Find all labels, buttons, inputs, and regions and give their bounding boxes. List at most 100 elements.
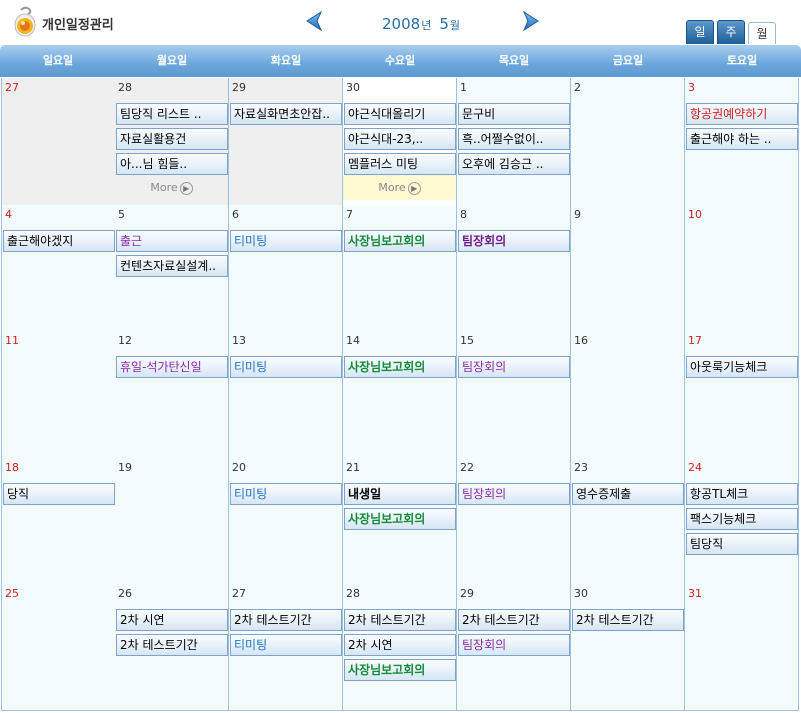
event-item[interactable]: 야근식대-23,.. [344,128,456,150]
event-item[interactable]: 2차 시연 [344,634,456,656]
day-number[interactable]: 22 [460,461,474,474]
tab-month-view[interactable]: 월 [748,22,776,44]
event-item[interactable]: 흑..어쩔수없이.. [458,128,570,150]
day-cell[interactable]: 16 [571,331,685,459]
more-link[interactable]: More ▶ [115,175,228,200]
event-item[interactable]: 팀당직 리스트 .. [116,103,228,125]
event-item[interactable]: 내생일 [344,483,456,505]
day-cell[interactable]: 14 사장님보고회의 [343,331,457,459]
event-item[interactable]: 티미팅 [230,634,342,656]
day-number[interactable]: 27 [232,587,246,600]
day-cell[interactable]: 20 티미팅 [229,458,343,585]
day-number[interactable]: 9 [574,208,581,221]
day-cell[interactable]: 28 2차 테스트기간 2차 시연사장님보고회의 [343,584,457,711]
day-cell[interactable]: 30 2차 테스트기간 [571,584,685,711]
event-item[interactable]: 컨텐츠자료실설계.. [116,255,228,277]
day-cell[interactable]: 13 티미팅 [229,331,343,459]
day-cell[interactable]: 10 [685,205,799,332]
tab-day-view[interactable]: 일 [686,20,714,44]
day-cell[interactable]: 27 [1,78,116,206]
day-number[interactable]: 16 [574,334,588,347]
more-link[interactable]: More ▶ [343,175,456,200]
day-number[interactable]: 29 [232,81,246,94]
event-item[interactable]: 사장님보고회의 [344,356,456,378]
day-number[interactable]: 14 [346,334,360,347]
event-item[interactable]: 출근 [116,230,228,252]
event-item[interactable]: 휴일-석가탄신일 [116,356,228,378]
event-item[interactable]: 팩스기능체크 [686,508,798,530]
day-cell[interactable]: 25 [1,584,116,711]
event-item[interactable]: 항공권예약하기 [686,103,798,125]
day-number[interactable]: 8 [460,208,467,221]
day-number[interactable]: 26 [118,587,132,600]
day-number[interactable]: 3 [688,81,695,94]
day-cell[interactable]: 19 [115,458,229,585]
day-number[interactable]: 2 [574,81,581,94]
event-item[interactable]: 2차 테스트기간 [230,609,342,631]
day-number[interactable]: 11 [5,334,19,347]
day-number[interactable]: 18 [5,461,19,474]
event-item[interactable]: 야근식대올리기 [344,103,456,125]
day-number[interactable]: 29 [460,587,474,600]
event-item[interactable]: 아...님 힘들.. [116,153,228,175]
day-number[interactable]: 20 [232,461,246,474]
day-cell[interactable]: 3 항공권예약하기출근해야 하는 .. [685,78,799,206]
event-item[interactable]: 티미팅 [230,230,342,252]
day-cell[interactable]: 27 2차 테스트기간티미팅 [229,584,343,711]
event-item[interactable]: 팀장회의 [458,230,570,252]
day-cell[interactable]: 21 내생일사장님보고회의 [343,458,457,585]
day-cell[interactable]: 4 출근해야겠지 [1,205,116,332]
day-cell[interactable]: 26 2차 시연 2차 테스트기간 [115,584,229,711]
day-number[interactable]: 6 [232,208,239,221]
event-item[interactable]: 사장님보고회의 [344,508,456,530]
event-item[interactable]: 티미팅 [230,356,342,378]
day-number[interactable]: 5 [118,208,125,221]
day-number[interactable]: 19 [118,461,132,474]
day-cell[interactable]: 11 [1,331,116,459]
day-number[interactable]: 10 [688,208,702,221]
day-cell[interactable]: 1 문구비 흑..어쩔수없이.. 오후에 김승근 .. [457,78,571,206]
day-cell[interactable]: 2 [571,78,685,206]
day-number[interactable]: 28 [118,81,132,94]
day-number[interactable]: 13 [232,334,246,347]
event-item[interactable]: 2차 테스트기간 [116,634,228,656]
day-cell[interactable]: 17 아웃룩기능체크 [685,331,799,459]
event-item[interactable]: 2차 테스트기간 [344,609,456,631]
day-cell[interactable]: 29 2차 테스트기간 팀장회의 [457,584,571,711]
day-cell[interactable]: 9 [571,205,685,332]
event-item[interactable]: 2차 시연 [116,609,228,631]
day-number[interactable]: 15 [460,334,474,347]
day-number[interactable]: 31 [688,587,702,600]
day-number[interactable]: 30 [574,587,588,600]
day-number[interactable]: 21 [346,461,360,474]
day-number[interactable]: 30 [346,81,360,94]
day-cell[interactable]: 29 자료실화면초안잡.. [229,78,343,206]
day-cell[interactable]: 22 팀장회의 [457,458,571,585]
event-item[interactable]: 영수증제출 [572,483,684,505]
event-item[interactable]: 출근해야 하는 .. [686,128,798,150]
event-item[interactable]: 팀장회의 [458,356,570,378]
day-number[interactable]: 4 [5,208,12,221]
event-item[interactable]: 출근해야겠지 [3,230,115,252]
day-number[interactable]: 1 [460,81,467,94]
day-cell[interactable]: 23 영수증제출 [571,458,685,585]
day-number[interactable]: 7 [346,208,353,221]
day-number[interactable]: 23 [574,461,588,474]
event-item[interactable]: 팀장회의 [458,634,570,656]
day-cell[interactable]: 7 사장님보고회의 [343,205,457,332]
day-number[interactable]: 27 [5,81,19,94]
event-item[interactable]: 자료실화면초안잡.. [230,103,342,125]
event-item[interactable]: 사장님보고회의 [344,659,456,681]
day-number[interactable]: 12 [118,334,132,347]
day-number[interactable]: 25 [5,587,19,600]
event-item[interactable]: 티미팅 [230,483,342,505]
day-cell[interactable]: 18 당직 [1,458,116,585]
event-item[interactable]: 사장님보고회의 [344,230,456,252]
day-number[interactable]: 28 [346,587,360,600]
day-number[interactable]: 24 [688,461,702,474]
prev-month-arrow-icon[interactable] [302,10,324,32]
event-item[interactable]: 멤플러스 미팅 [344,153,456,175]
event-item[interactable]: 오후에 김승근 .. [458,153,570,175]
day-cell[interactable]: 12 휴일-석가탄신일 [115,331,229,459]
day-cell[interactable]: 31 [685,584,799,711]
